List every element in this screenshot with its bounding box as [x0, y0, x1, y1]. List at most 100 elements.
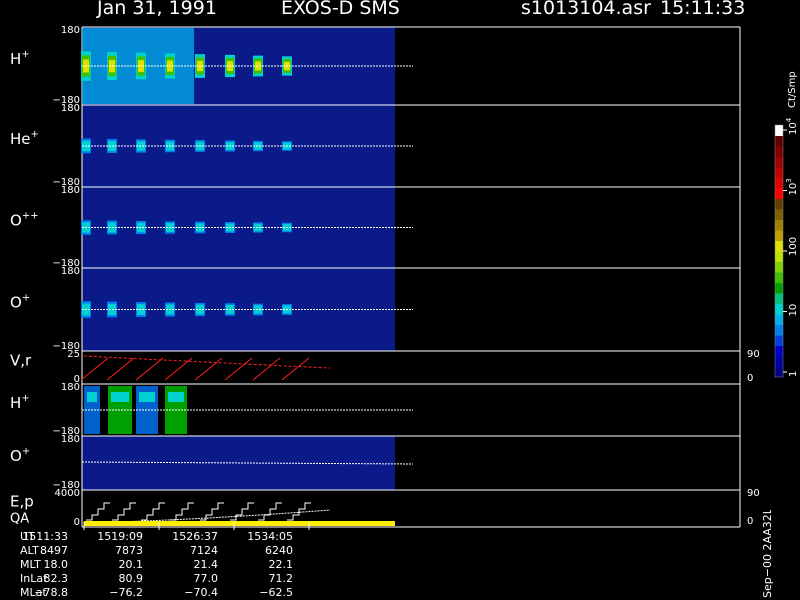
- info-row-ut: UT 1511:33 1519:09 1526:37 1534:05: [0, 530, 400, 544]
- panel-label-species-o-plus: O: [10, 294, 22, 312]
- colorbar-cell-23: [775, 125, 783, 136]
- colorbar-label-base-0: 1: [788, 371, 799, 377]
- colorbar-label-4: 104: [785, 117, 799, 135]
- panel-label-charge-o-plus-2: +: [22, 446, 30, 457]
- panel-label-species-h-plus: H: [10, 50, 21, 68]
- panel-label-charge-he-plus: +: [31, 129, 39, 140]
- panel-label-charge-o-plus: +: [22, 293, 30, 304]
- colorbar-cell-11: [775, 251, 783, 262]
- colorbar-cell-16: [775, 198, 783, 210]
- orbit-info-table: UT 1511:33 1519:09 1526:37 1534:05 ALT 8497 787…: [0, 530, 400, 600]
- info-value: 1511:33: [22, 530, 68, 543]
- version-stamp: Sep−00 2AA32L: [761, 510, 774, 598]
- info-value: 1519:09: [97, 530, 143, 543]
- colorbar-label-base-2: 100: [788, 237, 799, 256]
- info-value: −70.4: [184, 586, 218, 599]
- info-value: 6240: [265, 544, 293, 557]
- info-value: −76.2: [109, 586, 143, 599]
- colorbar-cell-22: [775, 135, 783, 147]
- panel-label-species-ep-qa: E,p: [10, 493, 34, 511]
- colorbar-cell-5: [775, 314, 783, 325]
- colorbar-cell-19: [775, 167, 783, 178]
- panel-label-species-o-plus-2: O: [10, 447, 22, 465]
- panel-label-h-plus-2: H+: [10, 393, 30, 412]
- colorbar-label-3: 103: [785, 178, 799, 195]
- y-max-h-plus-2: 180: [61, 382, 80, 393]
- panel-label-species-he-plus: He: [10, 130, 31, 148]
- info-value: 82.3: [43, 572, 69, 585]
- panel-label-species-vr: V,r: [10, 352, 32, 370]
- colorbar-cell-21: [775, 146, 783, 157]
- panel-label-charge-o-plusplus: ++: [22, 211, 39, 222]
- colorbar: 110100103104Ct/Smp: [774, 71, 799, 378]
- info-value: 77.0: [193, 572, 219, 585]
- panel-label-species-h-plus-2: H: [10, 394, 21, 412]
- colorbar-label-0: 1: [788, 371, 799, 377]
- colorbar-cell-3: [775, 335, 783, 346]
- colorbar-cell-13: [775, 230, 783, 241]
- colorbar-label-2: 100: [788, 237, 799, 256]
- y-max-h-plus: 180: [61, 25, 80, 36]
- info-value: 71.2: [268, 572, 294, 585]
- y-max-vr: 25: [67, 349, 80, 360]
- y-min-ep-qa: 0: [74, 517, 80, 528]
- colorbar-cell-0: [775, 366, 783, 378]
- colorbar-label-1: 10: [788, 304, 799, 317]
- colorbar-cell-8: [775, 282, 783, 294]
- colorbar-cell-18: [775, 177, 783, 189]
- info-value: 1534:05: [247, 530, 293, 543]
- colorbar-label-exp-4: 4: [785, 117, 793, 122]
- info-value: 7124: [190, 544, 218, 557]
- qa-bar: [84, 521, 395, 526]
- colorbar-cell-12: [775, 240, 783, 252]
- spectrogram-chart: 110100103104Ct/Smp H+180−180He+180−180O+…: [10, 25, 799, 530]
- h-plus-2-inner-2: [139, 392, 155, 402]
- info-value: 18.0: [43, 558, 69, 571]
- colorbar-cell-15: [775, 209, 783, 220]
- y-max-he-plus: 180: [61, 103, 80, 114]
- info-value: 8497: [40, 544, 68, 557]
- colorbar-cell-14: [775, 219, 783, 231]
- right-max-ep-qa: 90: [747, 488, 760, 499]
- info-value: 20.1: [118, 558, 144, 571]
- info-value: 21.4: [193, 558, 219, 571]
- right-max-vr: 90: [747, 349, 760, 360]
- y-max-o-plusplus: 180: [61, 185, 80, 196]
- info-value: −78.8: [34, 586, 68, 599]
- colorbar-label-base-1: 10: [788, 304, 799, 317]
- info-row-mlt: MLT 18.0 20.1 21.4 22.1: [0, 558, 400, 572]
- colorbar-unit: Ct/Smp: [787, 71, 798, 108]
- colorbar-cell-2: [775, 345, 783, 357]
- info-value: 1526:37: [172, 530, 218, 543]
- panel-label-h-plus: H+: [10, 49, 30, 68]
- panel-label-charge-h-plus: +: [21, 49, 29, 60]
- panel-label-o-plus-2: O+: [10, 446, 30, 465]
- colorbar-label-base-4: 10: [788, 122, 799, 135]
- h-plus-2-inner-0: [87, 392, 97, 402]
- right-min-vr: 0: [747, 373, 753, 384]
- panel-label-charge-h-plus-2: +: [21, 393, 29, 404]
- colorbar-cell-7: [775, 293, 783, 304]
- info-row-alt: ALT 8497 7873 7124 6240: [0, 544, 400, 558]
- colorbar-label-base-3: 10: [788, 183, 799, 196]
- colorbar-cell-17: [775, 188, 783, 199]
- version-stamp-text: Sep−00 2AA32L: [761, 510, 774, 598]
- h-plus-2-inner-1: [111, 392, 129, 402]
- colorbar-cell-6: [775, 303, 783, 315]
- panels-layer: [80, 26, 741, 528]
- colorbar-cell-1: [775, 356, 783, 367]
- panel-label-vr: V,r: [10, 352, 32, 370]
- colorbar-cell-4: [775, 324, 783, 336]
- panel-label-o-plusplus: O++: [10, 211, 39, 230]
- colorbar-cell-20: [775, 156, 783, 168]
- info-value: 80.9: [118, 572, 144, 585]
- colorbar-cell-9: [775, 272, 783, 283]
- info-value: 22.1: [268, 558, 294, 571]
- panel-label-he-plus: He+: [10, 129, 39, 148]
- info-row-mlat: MLat −78.8 −76.2 −70.4 −62.5: [0, 586, 400, 600]
- panel-label-qa-ep-qa: QA: [10, 512, 29, 527]
- panel-label-species-o-plusplus: O: [10, 212, 22, 230]
- y-max-ep-qa: 4000: [55, 488, 80, 499]
- y-max-o-plus: 180: [61, 266, 80, 277]
- y-max-o-plus-2: 180: [61, 434, 80, 445]
